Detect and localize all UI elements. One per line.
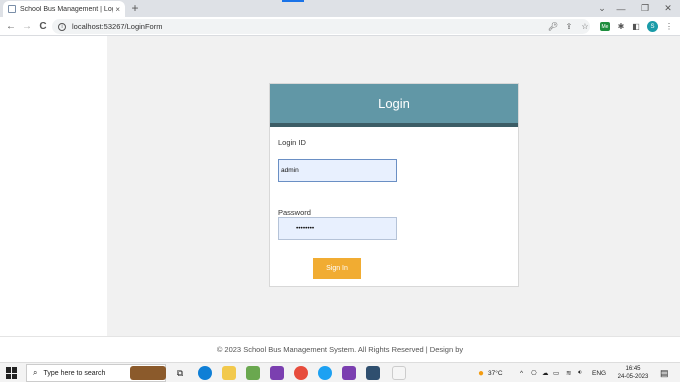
weather-widget[interactable]: ● 37°C — [478, 363, 503, 383]
password-input[interactable]: •••••••• — [278, 217, 397, 240]
forward-button[interactable]: → — [20, 17, 34, 36]
windows-start-icon[interactable] — [6, 367, 18, 379]
clock-time: 16:45 — [625, 366, 641, 372]
kebab-menu-icon[interactable]: ⋮ — [663, 20, 675, 33]
clock-date: 24-05-2023 — [617, 374, 649, 380]
tab-close-icon[interactable]: × — [115, 5, 120, 14]
url-text: localhost:53267/LoginForm — [72, 22, 163, 31]
tray-chevron-icon[interactable]: ^ — [520, 363, 523, 383]
file-explorer-icon[interactable] — [222, 366, 236, 380]
store-icon[interactable] — [366, 366, 380, 380]
password-label: Password — [278, 208, 311, 217]
taskbar-clock[interactable]: 16:45 24-05-2023 — [616, 365, 650, 381]
tray-battery-icon[interactable]: ▭ — [553, 363, 559, 383]
skype-icon[interactable] — [318, 366, 332, 380]
language-indicator[interactable]: ENG — [592, 363, 606, 383]
tab-strip-indicator — [282, 0, 304, 2]
tab-title: School Bus Management | Login — [20, 5, 114, 13]
browser-tab-bar: School Bus Management | Login × + ⌄ — ❐ … — [0, 0, 680, 17]
side-panel-icon[interactable]: ◧ — [630, 20, 642, 33]
login-card: Login Login ID admin Password •••••••• S… — [269, 83, 519, 287]
close-window-button[interactable]: ✕ — [656, 0, 680, 17]
tray-wifi-icon[interactable]: ≋ — [566, 363, 571, 383]
visual-studio-icon[interactable] — [270, 366, 284, 380]
search-placeholder: Type here to search — [43, 369, 106, 377]
weather-sun-icon: ● — [478, 367, 485, 379]
tray-volume-icon[interactable]: 🔉︎ — [578, 363, 582, 383]
reload-button[interactable]: C — [36, 17, 50, 36]
browser-toolbar: ← → C i localhost:53267/LoginForm 🔑︎ ⇪ ☆… — [0, 17, 680, 36]
paint-app-icon[interactable] — [392, 366, 406, 380]
search-highlight-image-icon — [130, 366, 166, 380]
visual-studio-2-icon[interactable] — [342, 366, 356, 380]
key-icon[interactable]: 🔑︎ — [547, 20, 559, 33]
notification-center-icon[interactable]: ▤ — [660, 363, 669, 383]
site-info-icon[interactable]: i — [58, 22, 66, 31]
page-favicon-icon — [8, 5, 16, 13]
task-view-icon[interactable]: ⧉ — [173, 366, 187, 380]
profile-avatar[interactable]: S — [647, 21, 658, 32]
extension-app-icon[interactable]: Me — [600, 22, 610, 31]
edge-browser-icon[interactable] — [198, 366, 212, 380]
tray-cloud-icon[interactable]: ☁ — [542, 363, 549, 383]
browser-tab[interactable]: School Bus Management | Login × — [3, 1, 125, 17]
left-panel — [0, 36, 107, 336]
extensions-puzzle-icon[interactable]: ✱ — [615, 20, 627, 33]
login-title: Login — [378, 96, 410, 111]
windows-taskbar: ⌕ Type here to search ⧉ ● 37°C ^ ⎔ ☁ ▭ ≋… — [0, 362, 680, 382]
login-header: Login — [270, 84, 518, 123]
search-icon: ⌕ — [33, 368, 38, 377]
back-button[interactable]: ← — [4, 17, 18, 36]
chrome-browser-icon[interactable] — [294, 366, 308, 380]
restore-button[interactable]: ❐ — [633, 0, 657, 17]
share-icon[interactable]: ⇪ — [563, 20, 575, 33]
minimize-button[interactable]: — — [609, 0, 633, 17]
loginid-label: Login ID — [278, 138, 306, 147]
bookmark-star-icon[interactable]: ☆ — [579, 20, 591, 33]
header-divider — [270, 123, 518, 127]
footer-text: © 2023 School Bus Management System. All… — [216, 345, 464, 354]
tray-network-icon[interactable]: ⎔ — [531, 363, 537, 383]
page-footer: © 2023 School Bus Management System. All… — [0, 336, 680, 362]
sign-in-button[interactable]: Sign In — [313, 258, 361, 279]
loginid-input[interactable]: admin — [278, 159, 397, 182]
address-bar[interactable]: i localhost:53267/LoginForm — [52, 19, 590, 34]
app-icon[interactable] — [246, 366, 260, 380]
weather-temp: 37°C — [488, 369, 503, 377]
new-tab-button[interactable]: + — [128, 1, 142, 16]
